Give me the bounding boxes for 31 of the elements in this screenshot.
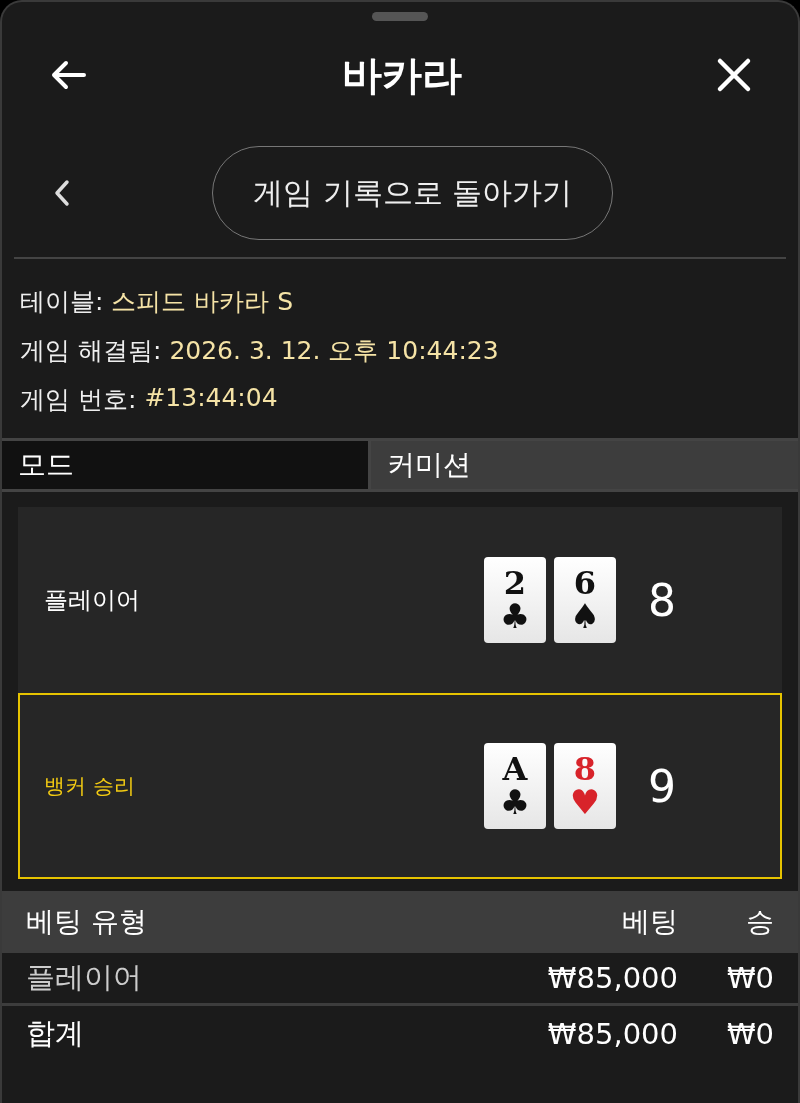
total-label: 합계	[26, 1015, 85, 1052]
info-value: 2026. 3. 12. 오후 10:44:23	[169, 335, 499, 367]
playing-card: A ♣	[484, 743, 546, 829]
drag-handle[interactable]	[372, 12, 428, 21]
info-label: 게임 해결됨:	[20, 335, 162, 367]
info-value: 스피드 바카라 S	[111, 286, 294, 318]
hand-total: 9	[648, 760, 676, 812]
close-icon	[716, 57, 752, 93]
table-cell-text: ₩85,000	[546, 961, 678, 995]
playing-card: 8 ♥	[554, 743, 616, 829]
total-cell-text: ₩85,000	[546, 1017, 678, 1051]
mode-value: 커미션	[371, 441, 798, 489]
window-title: 바카라	[342, 50, 462, 100]
info-label: 게임 번호:	[20, 384, 137, 416]
hand-label: 플레이어	[44, 585, 141, 616]
total-cell-text: ₩0	[725, 1017, 774, 1051]
table-cell-text: ₩0	[725, 961, 774, 995]
hand-label: 뱅커 승리	[44, 773, 136, 800]
close-button[interactable]	[716, 57, 752, 93]
info-value: #13:44:04	[144, 383, 278, 414]
table-cell-text: 플레이어	[26, 959, 143, 996]
mode-label: 모드	[2, 441, 371, 489]
column-header: 베팅	[621, 904, 678, 940]
hand-total: 8	[648, 574, 676, 626]
playing-card: 2 ♣	[484, 557, 546, 643]
info-label: 테이블:	[20, 286, 104, 318]
column-header: 베팅 유형	[26, 904, 148, 940]
column-header: 승	[745, 904, 774, 940]
playing-card: 6 ♠	[554, 557, 616, 643]
back-to-history-button[interactable]: 게임 기록으로 돌아가기	[212, 146, 614, 240]
chevron-left-icon[interactable]	[54, 179, 70, 207]
